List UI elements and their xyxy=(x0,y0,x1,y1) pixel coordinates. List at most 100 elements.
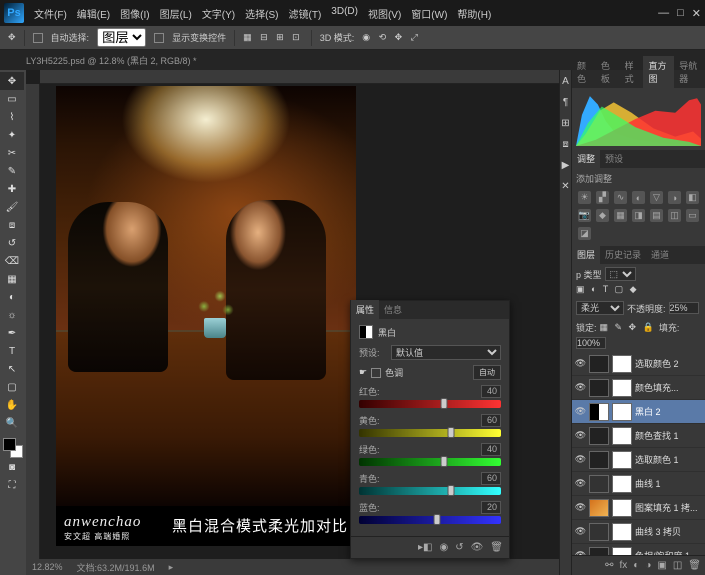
layer-mask-thumbnail[interactable] xyxy=(612,547,632,556)
screenmode-tool[interactable]: ⛶ xyxy=(0,476,24,494)
align-icons[interactable]: ▦ ⊟ ⊞ ⊡ xyxy=(243,32,303,43)
move-tool[interactable]: ✥ xyxy=(0,72,24,90)
para-panel-icon[interactable]: ¶ xyxy=(563,97,568,108)
menu-item[interactable]: 视图(V) xyxy=(364,3,405,24)
auto-button[interactable]: 自动 xyxy=(473,365,501,380)
bw-slider[interactable]: 青色:60 xyxy=(359,472,501,495)
blend-mode-dropdown[interactable]: 柔光 xyxy=(576,301,624,315)
layer-visibility-icon[interactable]: 👁 xyxy=(575,526,586,537)
heal-tool[interactable]: ✚ xyxy=(0,180,24,198)
layer-thumbnail[interactable] xyxy=(589,451,609,469)
menu-item[interactable]: 图层(L) xyxy=(156,3,196,24)
color-swatches[interactable] xyxy=(3,438,23,458)
eraser-tool[interactable]: ⌫ xyxy=(0,252,24,270)
auto-select-checkbox[interactable] xyxy=(33,33,43,43)
panel-tab[interactable]: 样式 xyxy=(620,56,644,88)
adj-thresh-icon[interactable]: ◫ xyxy=(668,209,681,222)
layer-mask-thumbnail[interactable] xyxy=(612,403,632,421)
adj-bw-icon[interactable]: ◧ xyxy=(686,191,699,204)
layer-visibility-icon[interactable]: 👁 xyxy=(575,502,586,513)
lock-icons[interactable]: ▦ ✎ ✥ 🔒 xyxy=(600,322,656,333)
layer-row[interactable]: 👁 选取颜色 1 xyxy=(572,448,705,472)
delete-layer-icon[interactable]: 🗑 xyxy=(688,560,701,571)
layer-thumbnail[interactable] xyxy=(589,523,609,541)
document-canvas[interactable]: anwenchao 安文超 高端婚照 黑白混合模式柔光加对比 xyxy=(56,86,356,546)
adj-invert-icon[interactable]: ◨ xyxy=(632,209,645,222)
slider-knob[interactable] xyxy=(441,456,448,467)
bw-slider[interactable]: 绿色:40 xyxy=(359,443,501,466)
panel-tab[interactable]: 图层 xyxy=(572,245,600,264)
adj-gradmap-icon[interactable]: ▭ xyxy=(686,209,699,222)
layer-mask-thumbnail[interactable] xyxy=(612,379,632,397)
maximize-icon[interactable]: □ xyxy=(677,7,684,20)
char-panel-icon[interactable]: A xyxy=(562,76,569,87)
slider-knob[interactable] xyxy=(434,514,441,525)
bw-slider[interactable]: 红色:40 xyxy=(359,385,501,408)
preset-dropdown[interactable]: 默认值 xyxy=(391,345,501,360)
slider-knob[interactable] xyxy=(448,427,455,438)
eyedropper-tool[interactable]: ✎ xyxy=(0,162,24,180)
toggle-vis-icon[interactable]: 👁 xyxy=(471,542,484,553)
slider-value[interactable]: 40 xyxy=(481,385,501,398)
shape-tool[interactable]: ▢ xyxy=(0,378,24,396)
path-tool[interactable]: ↖ xyxy=(0,360,24,378)
panel-tab[interactable]: 属性 xyxy=(351,300,379,319)
slider-knob[interactable] xyxy=(441,398,448,409)
filter-icons[interactable]: ▣ ◐ T ▢ ◆ xyxy=(576,284,639,295)
clone-panel-icon[interactable]: ⧈ xyxy=(562,139,568,150)
minimize-icon[interactable]: — xyxy=(658,7,669,20)
show-transform-checkbox[interactable] xyxy=(154,33,164,43)
brush-tool[interactable]: 🖌 xyxy=(0,198,24,216)
tint-finger-icon[interactable]: ☛ xyxy=(359,367,367,378)
gradient-tool[interactable]: ▦ xyxy=(0,270,24,288)
layer-thumbnail[interactable] xyxy=(589,499,609,517)
menu-item[interactable]: 选择(S) xyxy=(241,3,282,24)
pen-tool[interactable]: ✒ xyxy=(0,324,24,342)
slider-track[interactable] xyxy=(359,400,501,408)
layer-thumbnail[interactable] xyxy=(589,403,609,421)
mode-3d-icons[interactable]: ◉ ⟲ ✥ ⤢ xyxy=(362,32,421,43)
layer-mask-thumbnail[interactable] xyxy=(612,355,632,373)
zoom-level[interactable]: 12.82% xyxy=(32,562,63,572)
menu-item[interactable]: 文字(Y) xyxy=(198,3,239,24)
auto-select-dropdown[interactable]: 图层 xyxy=(97,28,146,47)
layer-filter-dropdown[interactable]: ⬚ xyxy=(605,267,636,281)
status-chevron-icon[interactable]: ▸ xyxy=(169,562,174,573)
document-tab[interactable]: LY3H5225.psd @ 12.8% (黑白 2, RGB/8) * xyxy=(26,54,197,67)
layer-mask-thumbnail[interactable] xyxy=(612,427,632,445)
adj-vibrance-icon[interactable]: ▽ xyxy=(650,191,663,204)
type-tool[interactable]: T xyxy=(0,342,24,360)
menu-item[interactable]: 图像(I) xyxy=(116,3,153,24)
slider-track[interactable] xyxy=(359,516,501,524)
clip-layer-icon[interactable]: ▸◧ xyxy=(418,542,432,553)
crop-tool[interactable]: ✂ xyxy=(0,144,24,162)
menu-item[interactable]: 窗口(W) xyxy=(407,3,451,24)
zoom-tool[interactable]: 🔍 xyxy=(0,414,24,432)
layer-mask-icon[interactable]: ◐ xyxy=(633,560,639,571)
ruler-vertical[interactable] xyxy=(26,84,40,575)
menu-item[interactable]: 文件(F) xyxy=(30,3,71,24)
slider-knob[interactable] xyxy=(448,485,455,496)
lasso-tool[interactable]: ⌇ xyxy=(0,108,24,126)
slider-value[interactable]: 60 xyxy=(481,472,501,485)
slider-value[interactable]: 40 xyxy=(481,443,501,456)
reset-icon[interactable]: ↺ xyxy=(455,542,463,553)
quickmask-tool[interactable]: ◙ xyxy=(0,458,24,476)
panel-tab[interactable]: 色板 xyxy=(596,56,620,88)
properties-panel[interactable]: 属性信息 黑白 预设: 默认值 ☛ 色调 自动 红色:40 黄色:60 绿色:4… xyxy=(350,300,510,559)
dodge-tool[interactable]: ☼ xyxy=(0,306,24,324)
stamp-tool[interactable]: ⧈ xyxy=(0,216,24,234)
panel-tab[interactable]: 导航器 xyxy=(674,56,705,88)
panel-tab[interactable]: 颜色 xyxy=(572,56,596,88)
slider-value[interactable]: 20 xyxy=(481,501,501,514)
marquee-tool[interactable]: ▭ xyxy=(0,90,24,108)
layer-row[interactable]: 👁 色相/饱和度 1 xyxy=(572,544,705,555)
layer-thumbnail[interactable] xyxy=(589,379,609,397)
layer-row[interactable]: 👁 颜色查找 1 xyxy=(572,424,705,448)
layer-thumbnail[interactable] xyxy=(589,355,609,373)
layer-mask-thumbnail[interactable] xyxy=(612,523,632,541)
wand-tool[interactable]: ✦ xyxy=(0,126,24,144)
layer-visibility-icon[interactable]: 👁 xyxy=(575,358,586,369)
tint-checkbox[interactable] xyxy=(371,368,381,378)
layer-row[interactable]: 👁 图案填充 1 拷... xyxy=(572,496,705,520)
